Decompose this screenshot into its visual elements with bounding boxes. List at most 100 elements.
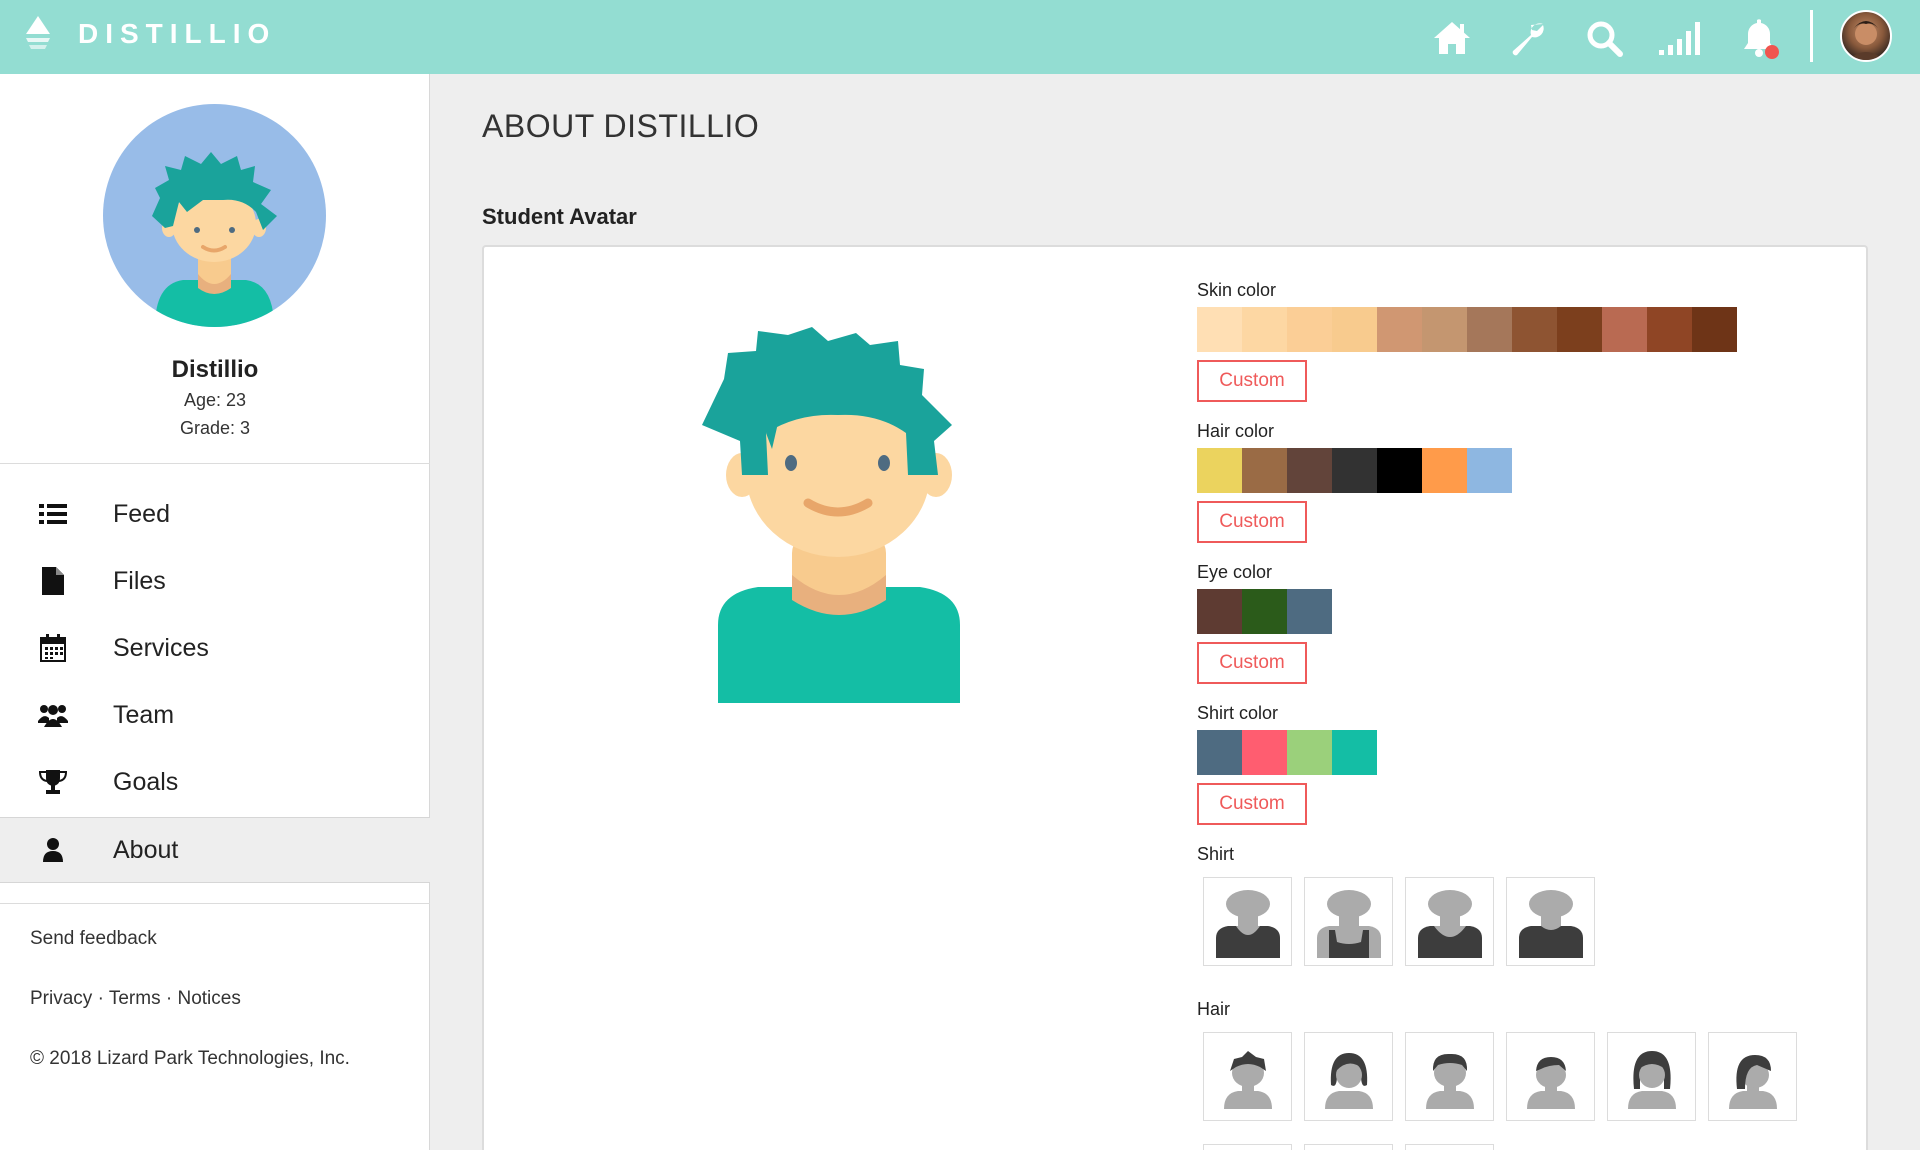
top-bar-divider [1810, 10, 1813, 62]
hair-option[interactable] [1405, 1032, 1494, 1121]
terms-link[interactable]: Terms [109, 988, 161, 1009]
profile-avatar [103, 104, 326, 327]
sidebar-item-about[interactable]: About [0, 817, 430, 883]
profile-age: Age: 23 [183, 390, 247, 410]
sidebar-item-goals[interactable]: Goals [0, 749, 430, 815]
list-icon [38, 499, 68, 529]
color-swatch[interactable] [1512, 307, 1557, 352]
top-bar: DISTILLIO [0, 0, 1920, 74]
color-swatch[interactable] [1557, 307, 1602, 352]
send-feedback-link[interactable]: Send feedback [30, 928, 157, 950]
color-swatch[interactable] [1287, 448, 1332, 493]
color-swatch[interactable] [1197, 730, 1242, 775]
color-swatch[interactable] [1422, 307, 1467, 352]
sidebar-item-label: Feed [113, 499, 170, 528]
sidebar-item-services[interactable]: Services [0, 615, 430, 681]
skin-color-swatches [1197, 307, 1737, 352]
users-icon [38, 700, 68, 730]
file-icon [38, 566, 68, 596]
color-swatch[interactable] [1377, 448, 1422, 493]
shirt-option[interactable] [1405, 877, 1494, 966]
avatar-preview [702, 327, 960, 703]
bell-icon[interactable] [1737, 16, 1781, 60]
shirt-color-swatches [1197, 730, 1377, 775]
color-swatch[interactable] [1422, 448, 1467, 493]
hair-option[interactable] [1607, 1032, 1696, 1121]
page-title: ABOUT DISTILLIO [482, 108, 760, 144]
shirt-color-label: Shirt color [1197, 703, 1279, 723]
hair-style-label: Hair [1197, 999, 1231, 1019]
sidebar-item-label: About [113, 835, 179, 864]
section-title: Student Avatar [482, 204, 637, 229]
color-swatch[interactable] [1647, 307, 1692, 352]
color-swatch[interactable] [1467, 307, 1512, 352]
color-swatch[interactable] [1332, 307, 1377, 352]
profile-grade: Grade: 3 [179, 418, 251, 438]
link-separator: · [165, 988, 173, 1009]
color-swatch[interactable] [1287, 589, 1332, 634]
logo-icon [26, 16, 50, 49]
sidebar: Distillio Age: 23 Grade: 3 Feed Files Se… [0, 74, 430, 1150]
brand-name: DISTILLIO [78, 18, 277, 49]
sidebar-item-files[interactable]: Files [0, 548, 430, 614]
color-swatch[interactable] [1287, 307, 1332, 352]
calendar-icon [38, 633, 68, 663]
sidebar-divider [0, 463, 430, 464]
hair-option[interactable] [1304, 1032, 1393, 1121]
trophy-icon [38, 767, 68, 797]
color-swatch[interactable] [1467, 448, 1512, 493]
sidebar-item-feed[interactable]: Feed [0, 481, 430, 547]
sidebar-item-team[interactable]: Team [0, 682, 430, 748]
shirt-option[interactable] [1506, 877, 1595, 966]
shirt-style-label: Shirt [1197, 844, 1235, 864]
hair-option[interactable] [1203, 1032, 1292, 1121]
user-icon [38, 835, 68, 865]
link-separator: · [97, 988, 104, 1009]
eye-color-label: Eye color [1197, 562, 1273, 582]
signal-icon[interactable] [1658, 16, 1702, 60]
hair-custom-button[interactable]: Custom [1197, 501, 1307, 543]
color-swatch[interactable] [1287, 730, 1332, 775]
color-swatch[interactable] [1197, 589, 1242, 634]
sidebar-item-label: Files [113, 566, 166, 595]
shirt-option[interactable] [1203, 877, 1292, 966]
hair-color-label: Hair color [1197, 421, 1275, 441]
color-swatch[interactable] [1242, 730, 1287, 775]
eye-color-swatches [1197, 589, 1332, 634]
hair-option[interactable] [1708, 1032, 1797, 1121]
user-avatar[interactable] [1840, 10, 1892, 62]
profile-name: Distillio [171, 356, 259, 383]
color-swatch[interactable] [1242, 307, 1287, 352]
home-icon[interactable] [1430, 16, 1474, 60]
shirt-custom-button[interactable]: Custom [1197, 783, 1307, 825]
sidebar-item-label: Goals [113, 767, 179, 796]
color-swatch[interactable] [1377, 307, 1422, 352]
color-swatch[interactable] [1242, 589, 1287, 634]
notices-link[interactable]: Notices [177, 988, 240, 1009]
skin-color-label: Skin color [1197, 280, 1277, 300]
avatar-editor-card [482, 245, 1868, 1150]
option-thumb-partial[interactable] [1304, 1144, 1393, 1150]
sidebar-item-label: Team [113, 700, 175, 729]
wrench-icon[interactable] [1507, 16, 1551, 60]
sidebar-item-label: Services [113, 633, 209, 662]
legal-links: Privacy · Terms · Notices [30, 988, 241, 1010]
color-swatch[interactable] [1602, 307, 1647, 352]
privacy-link[interactable]: Privacy [30, 988, 92, 1009]
color-swatch[interactable] [1332, 448, 1377, 493]
copyright: © 2018 Lizard Park Technologies, Inc. [30, 1048, 350, 1069]
hair-color-swatches [1197, 448, 1512, 493]
shirt-option[interactable] [1304, 877, 1393, 966]
skin-custom-button[interactable]: Custom [1197, 360, 1307, 402]
hair-option[interactable] [1506, 1032, 1595, 1121]
color-swatch[interactable] [1332, 730, 1377, 775]
search-icon[interactable] [1582, 16, 1626, 60]
sidebar-divider [0, 903, 430, 904]
eye-custom-button[interactable]: Custom [1197, 642, 1307, 684]
color-swatch[interactable] [1242, 448, 1287, 493]
option-thumb-partial[interactable] [1203, 1144, 1292, 1150]
option-thumb-partial[interactable] [1405, 1144, 1494, 1150]
color-swatch[interactable] [1197, 448, 1242, 493]
color-swatch[interactable] [1692, 307, 1737, 352]
color-swatch[interactable] [1197, 307, 1242, 352]
